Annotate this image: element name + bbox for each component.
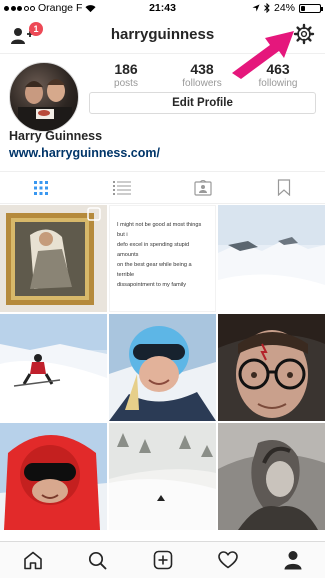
post-image bbox=[109, 314, 216, 421]
battery-icon bbox=[299, 3, 323, 13]
heart-icon bbox=[217, 551, 238, 569]
tab-list[interactable] bbox=[81, 172, 162, 203]
post-text-line: on the best gear while being a terrible bbox=[117, 262, 192, 278]
stat-value: 463 bbox=[266, 61, 290, 77]
post-text-line: I might not be good at most things but i bbox=[117, 222, 202, 238]
post-thumbnail-text[interactable]: I might not be good at most things but i… bbox=[109, 205, 216, 312]
tab-search[interactable] bbox=[65, 542, 130, 578]
list-icon bbox=[112, 180, 131, 195]
post-image bbox=[0, 423, 107, 530]
post-thumbnail-snow-landscape[interactable] bbox=[218, 205, 325, 312]
status-right: 24% bbox=[252, 2, 323, 14]
post-thumbnail-glasses-selfie[interactable] bbox=[218, 314, 325, 421]
post-thumbnail-helmet-selfie[interactable] bbox=[109, 314, 216, 421]
status-bar: Orange F 21:43 24% bbox=[0, 0, 325, 17]
post-thumbnail-bw-portrait[interactable] bbox=[218, 423, 325, 530]
stat-value: 438 bbox=[190, 61, 214, 77]
post-image bbox=[0, 205, 107, 312]
post-image bbox=[0, 314, 107, 421]
search-icon bbox=[88, 551, 107, 569]
edit-profile-button[interactable]: Edit Profile bbox=[89, 92, 316, 114]
display-name: Harry Guinness bbox=[9, 129, 103, 143]
stat-following[interactable]: 463 following bbox=[240, 61, 316, 89]
profile-view-tabs bbox=[0, 171, 325, 204]
profile-icon bbox=[284, 551, 301, 570]
post-thumbnail-snowy-forest[interactable] bbox=[109, 423, 216, 530]
post-thumbnail-red-jacket[interactable] bbox=[0, 423, 107, 530]
stat-posts[interactable]: 186 posts bbox=[88, 61, 164, 89]
avatar[interactable] bbox=[9, 62, 79, 132]
stat-label: following bbox=[258, 78, 298, 89]
tab-saved[interactable] bbox=[244, 172, 325, 203]
tab-grid[interactable] bbox=[0, 172, 81, 203]
tab-home[interactable] bbox=[0, 542, 65, 578]
grid-icon bbox=[33, 180, 48, 195]
stat-value: 186 bbox=[114, 61, 138, 77]
website-link[interactable]: www.harryguinness.com/ bbox=[9, 146, 160, 160]
profile-stats: 186 posts 438 followers 463 following bbox=[88, 61, 316, 89]
post-thumbnail-painting[interactable] bbox=[0, 205, 107, 312]
bottom-tab-bar bbox=[0, 541, 325, 578]
tab-new-post[interactable] bbox=[130, 542, 195, 578]
bookmark-icon bbox=[278, 179, 291, 196]
tab-activity[interactable] bbox=[195, 542, 260, 578]
post-image bbox=[218, 205, 325, 312]
home-icon bbox=[23, 551, 42, 569]
battery-percent: 24% bbox=[273, 2, 295, 14]
new-post-icon bbox=[153, 550, 172, 570]
post-text-line: dissapointment to my family bbox=[117, 282, 187, 288]
tab-tagged[interactable] bbox=[163, 172, 244, 203]
stat-label: posts bbox=[114, 78, 138, 89]
post-thumbnail-skier[interactable] bbox=[0, 314, 107, 421]
stat-label: followers bbox=[182, 78, 222, 89]
stat-followers[interactable]: 438 followers bbox=[164, 61, 240, 89]
avatar-photo bbox=[18, 79, 72, 131]
tagged-photos-icon bbox=[194, 179, 212, 196]
post-text-line: defo excel in spending stupid amounts bbox=[117, 242, 190, 258]
post-image bbox=[218, 423, 325, 530]
tab-profile[interactable] bbox=[260, 542, 325, 578]
post-image bbox=[218, 314, 325, 421]
post-image bbox=[109, 423, 216, 530]
bluetooth-icon bbox=[264, 3, 270, 13]
location-icon bbox=[252, 4, 260, 12]
post-grid: I might not be good at most things but i… bbox=[0, 205, 325, 541]
